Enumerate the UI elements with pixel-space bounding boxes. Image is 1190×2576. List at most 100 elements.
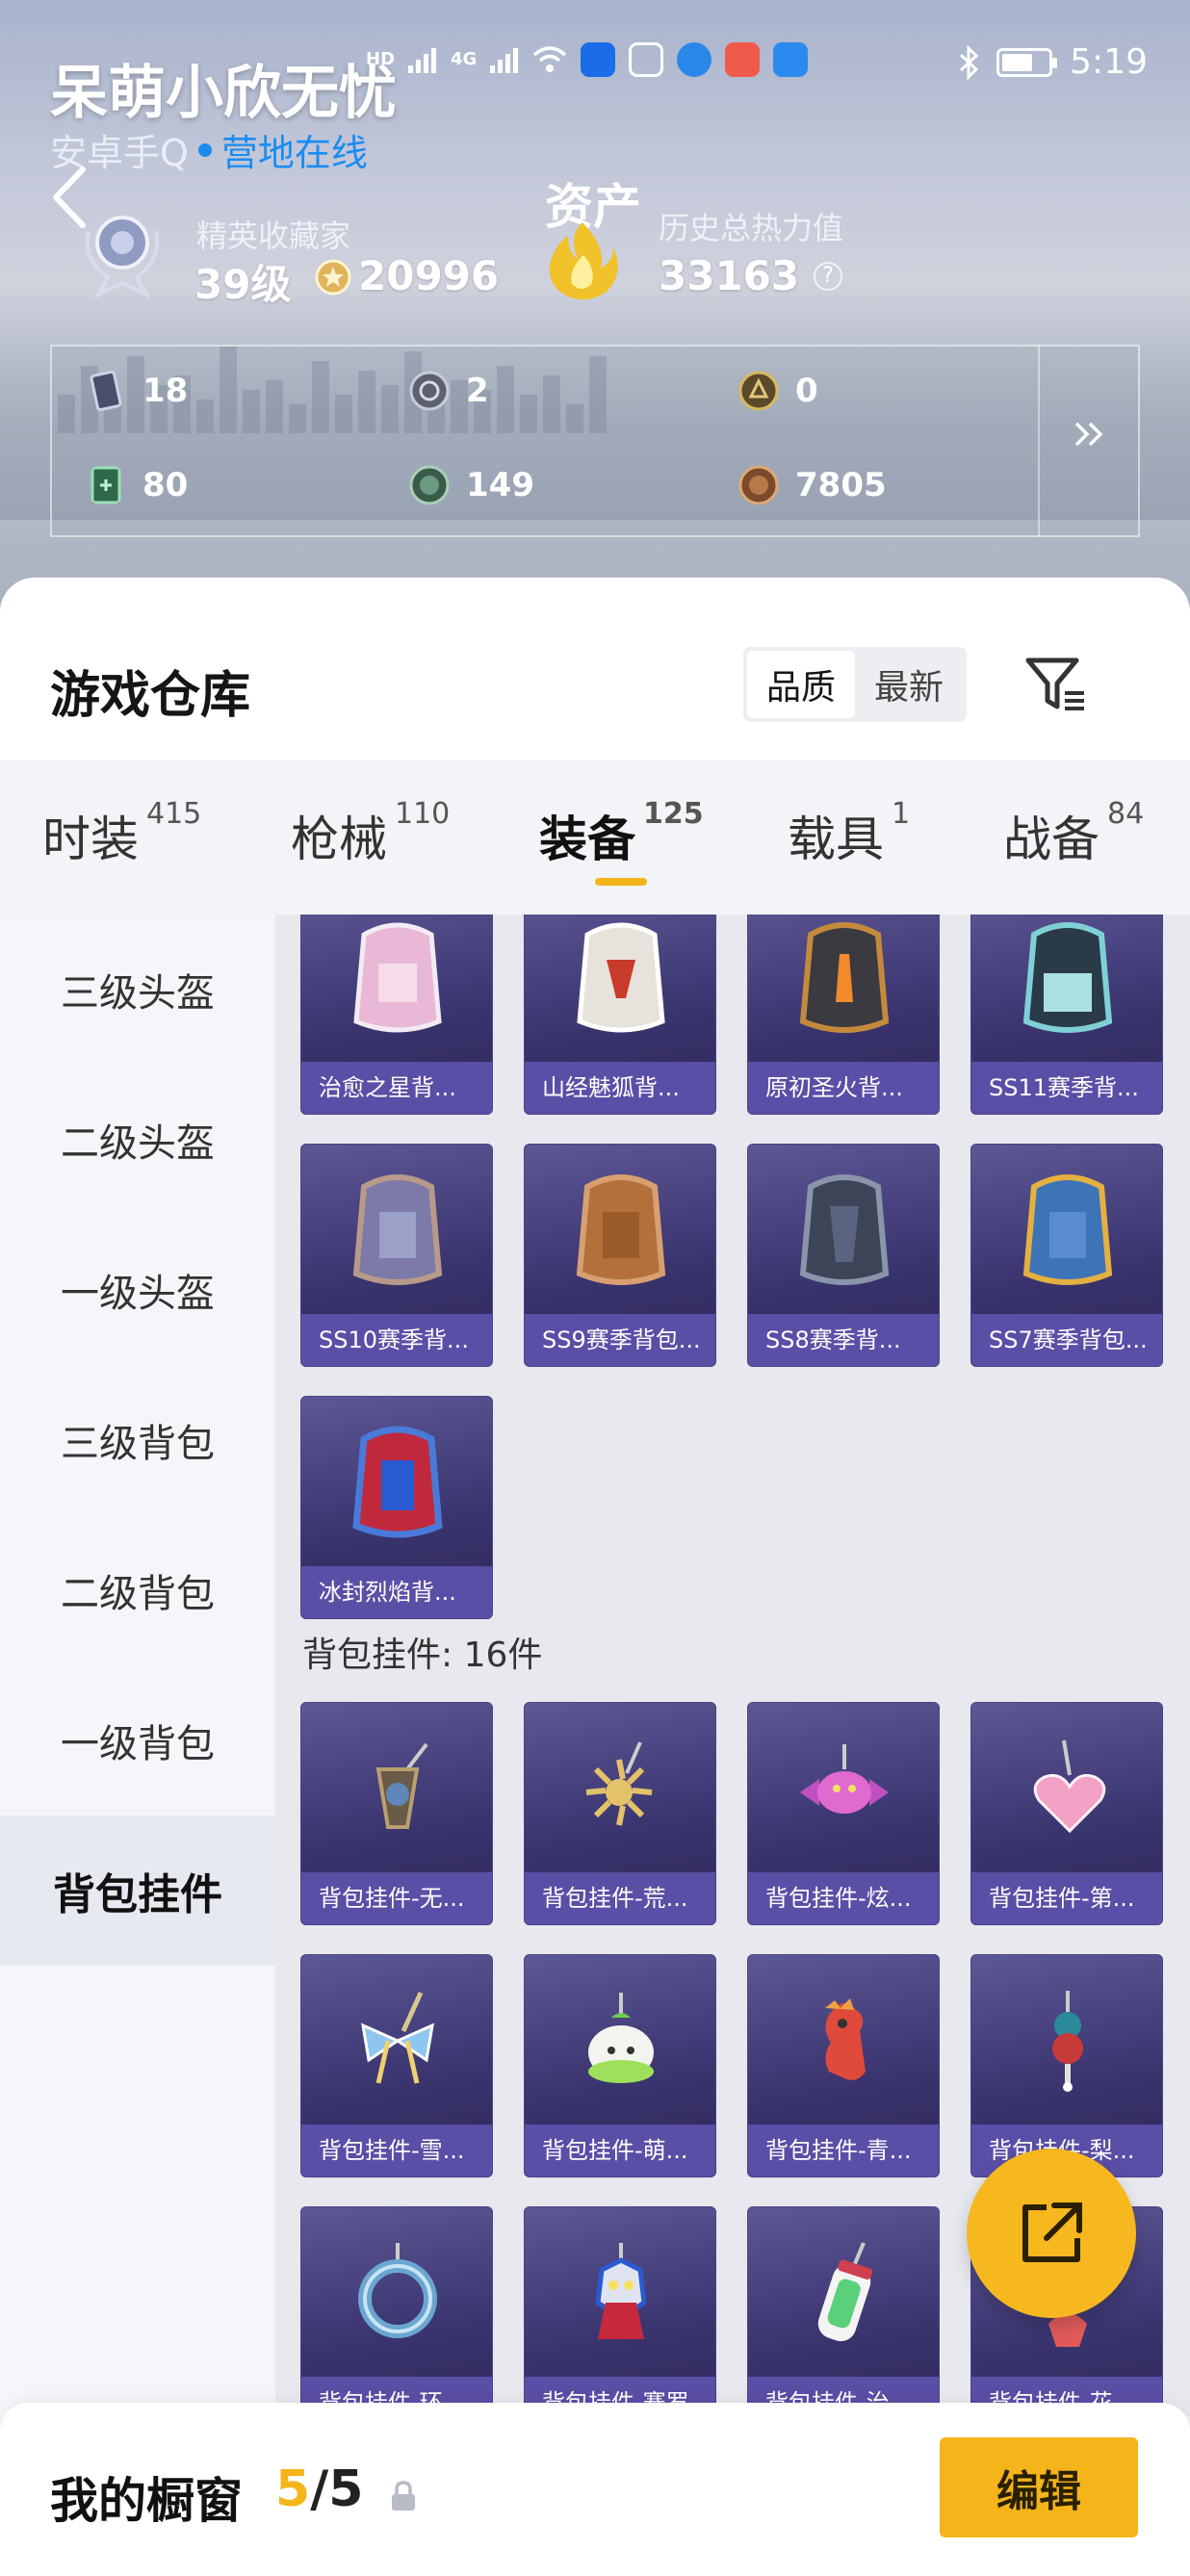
battery-icon bbox=[996, 47, 1058, 77]
item-name: SS11赛季背... bbox=[971, 1062, 1162, 1114]
gold-coin-icon bbox=[738, 371, 779, 411]
showcase-separator: / bbox=[310, 2460, 329, 2518]
item-card[interactable]: SS9赛季背包... bbox=[524, 1144, 716, 1367]
subcategory-sidebar: 三级头盔 二级头盔 一级头盔 三级背包 二级背包 一级背包 背包挂件 bbox=[0, 914, 275, 2576]
item-name: 背包挂件-无... bbox=[301, 1872, 492, 1924]
green-coin-icon bbox=[409, 465, 450, 505]
player-level: 39级 bbox=[194, 261, 292, 308]
sidebar-item-level2-helmet[interactable]: 二级头盔 bbox=[0, 1065, 275, 1215]
item-card[interactable]: 治愈之星背... bbox=[300, 914, 493, 1115]
active-tab-indicator bbox=[595, 878, 647, 886]
pendant-thumb bbox=[301, 1703, 492, 1874]
sidebar-item-backpack-pendant[interactable]: 背包挂件 bbox=[0, 1816, 275, 1966]
tab-count: 110 bbox=[395, 797, 451, 831]
item-card[interactable]: 背包挂件-无... bbox=[300, 1702, 493, 1925]
status-right: 5:19 bbox=[958, 42, 1148, 82]
tab-label: 战备 bbox=[1003, 811, 1099, 867]
lightbulb-app-icon bbox=[581, 42, 616, 77]
tab-weapons[interactable]: 枪械 110 bbox=[291, 797, 450, 870]
tab-vehicles[interactable]: 载具 1 bbox=[788, 797, 910, 870]
item-card[interactable]: 背包挂件-第... bbox=[970, 1702, 1163, 1925]
sidebar-item-level3-backpack[interactable]: 三级背包 bbox=[0, 1365, 275, 1515]
pendant-thumb bbox=[301, 1955, 492, 2126]
backpack-icon bbox=[1022, 1174, 1113, 1285]
backpack-icon bbox=[577, 922, 665, 1033]
collector-points: 20996 bbox=[358, 252, 500, 299]
filter-icon[interactable] bbox=[1022, 651, 1090, 718]
item-card[interactable]: SS10赛季背... bbox=[300, 1144, 493, 1367]
sidebar-item-level1-helmet[interactable]: 一级头盔 bbox=[0, 1215, 275, 1365]
shop-app-icon bbox=[725, 42, 761, 77]
online-status: 营地在线 bbox=[220, 132, 368, 174]
backpack-thumb bbox=[301, 914, 492, 1064]
pendant-thumb bbox=[971, 1955, 1162, 2126]
item-card[interactable]: SS8赛季背... bbox=[747, 1144, 940, 1367]
item-card[interactable]: SS7赛季背包... bbox=[970, 1144, 1163, 1367]
item-name: 背包挂件-雪... bbox=[301, 2125, 492, 2177]
backpack-thumb bbox=[525, 914, 715, 1064]
pendant-icon bbox=[1052, 1991, 1083, 2092]
collector-title: 精英收藏家 bbox=[196, 218, 351, 254]
item-card[interactable]: 山经魅狐背... bbox=[524, 914, 716, 1115]
profile-subline: 安卓手Q 营地在线 bbox=[50, 123, 368, 176]
item-card[interactable]: 背包挂件-雪... bbox=[300, 1954, 493, 2177]
wifi-icon bbox=[533, 46, 567, 72]
sidebar-item-level2-backpack[interactable]: 二级背包 bbox=[0, 1515, 275, 1665]
tab-label: 时装 bbox=[42, 811, 139, 867]
item-name: SS8赛季背... bbox=[748, 1314, 939, 1366]
tab-costume[interactable]: 时装 415 bbox=[42, 797, 201, 870]
backpack-icon bbox=[799, 922, 890, 1033]
warehouse-header: 游戏仓库 品质 最新 bbox=[0, 578, 1190, 760]
username: 呆萌小欣无忧 bbox=[50, 60, 397, 127]
double-chevron-right-icon[interactable] bbox=[1073, 420, 1105, 449]
tab-equipment[interactable]: 装备 125 bbox=[539, 797, 704, 870]
sort-newest-button[interactable]: 最新 bbox=[855, 651, 963, 718]
backpack-thumb bbox=[971, 1145, 1162, 1316]
item-card[interactable]: 背包挂件-梨... bbox=[970, 1954, 1163, 2177]
item-card[interactable]: 原初圣火背... bbox=[747, 914, 940, 1115]
share-button[interactable] bbox=[967, 2149, 1136, 2318]
pendant-icon bbox=[1033, 1739, 1106, 1834]
item-card[interactable]: 背包挂件-环... bbox=[300, 2206, 493, 2416]
stat-value: 2 bbox=[466, 372, 489, 410]
sort-quality-button[interactable]: 品质 bbox=[747, 651, 855, 718]
ticket-icon bbox=[91, 466, 121, 504]
sidebar-item-level3-helmet[interactable]: 三级头盔 bbox=[0, 914, 275, 1065]
tab-supplies[interactable]: 战备 84 bbox=[1003, 797, 1144, 870]
item-card[interactable]: 背包挂件-赛罗... bbox=[524, 2206, 716, 2416]
pendant-icon bbox=[817, 2242, 873, 2342]
help-icon[interactable]: ? bbox=[814, 262, 842, 291]
stat-value: 18 bbox=[142, 372, 189, 410]
signal-icon bbox=[408, 46, 437, 73]
sidebar-item-level1-backpack[interactable]: 一级背包 bbox=[0, 1665, 275, 1816]
heat-value: 33163 bbox=[659, 252, 800, 299]
category-tabs: 时装 415 枪械 110 装备 125 载具 1 战备 84 bbox=[0, 760, 1190, 914]
pendant-thumb bbox=[301, 2207, 492, 2379]
points-coin-icon bbox=[315, 259, 351, 296]
item-card[interactable]: 背包挂件-青... bbox=[747, 1954, 940, 2177]
flame-icon bbox=[549, 222, 618, 300]
pendant-icon bbox=[375, 1742, 428, 1829]
assets-stats-panel[interactable] bbox=[50, 345, 1140, 537]
pendant-icon bbox=[595, 2243, 647, 2339]
rank-badge-icon bbox=[86, 216, 159, 298]
backpack-thumb bbox=[748, 1145, 939, 1316]
item-card[interactable]: 背包挂件-治... bbox=[747, 2206, 940, 2416]
item-card[interactable]: 冰封烈焰背... bbox=[300, 1396, 493, 1619]
item-name: 背包挂件-青... bbox=[748, 2125, 939, 2177]
stats-divider bbox=[1038, 345, 1040, 537]
edit-button[interactable]: 编辑 bbox=[940, 2437, 1138, 2537]
item-card[interactable]: 背包挂件-炫... bbox=[747, 1702, 940, 1925]
item-card[interactable]: SS11赛季背... bbox=[970, 914, 1163, 1115]
tab-label: 装备 bbox=[539, 811, 635, 867]
tab-count: 84 bbox=[1107, 797, 1145, 831]
item-card[interactable]: 背包挂件-萌... bbox=[524, 1954, 716, 2177]
showcase-title: 我的橱窗 bbox=[50, 2473, 243, 2529]
item-card[interactable]: 背包挂件-荒... bbox=[524, 1702, 716, 1925]
item-name: 背包挂件-炫... bbox=[748, 1872, 939, 1924]
backpack-thumb bbox=[971, 914, 1162, 1064]
backpack-icon bbox=[799, 1174, 890, 1285]
pendant-thumb bbox=[525, 2207, 715, 2379]
heat-label: 历史总热力值 bbox=[659, 210, 844, 246]
pendant-icon bbox=[800, 1744, 889, 1814]
